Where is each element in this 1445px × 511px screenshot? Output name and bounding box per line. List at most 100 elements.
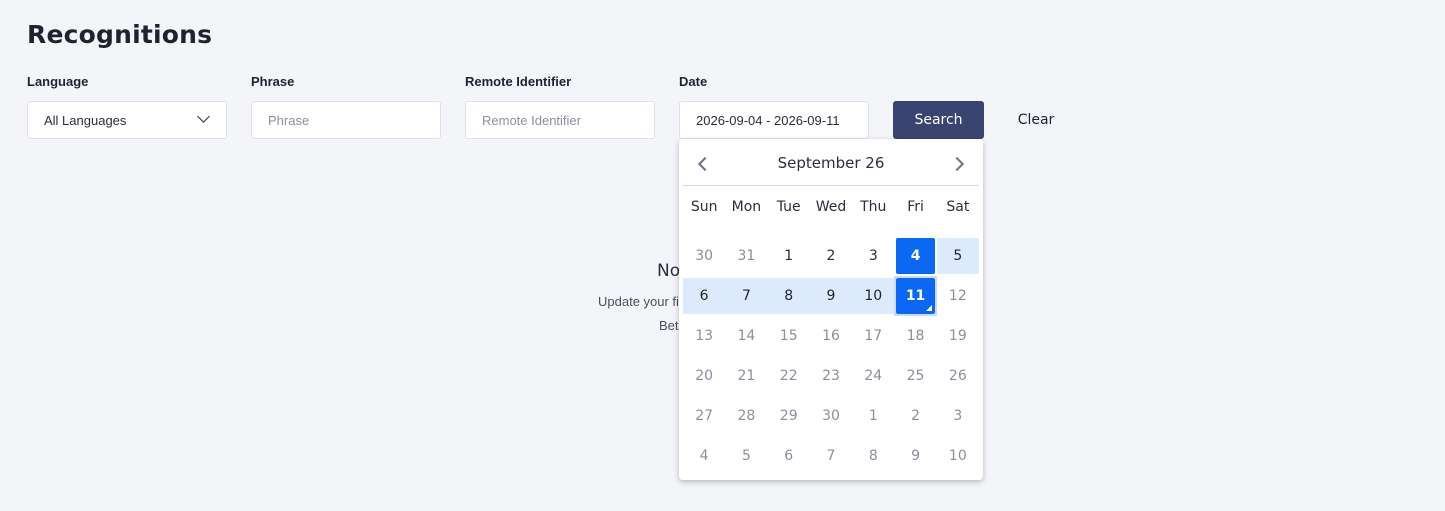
calendar-day[interactable]: 5 bbox=[725, 436, 767, 476]
empty-state-title: No bbox=[657, 261, 681, 281]
calendar-day[interactable]: 1 bbox=[768, 236, 810, 276]
calendar-day[interactable]: 6 bbox=[768, 436, 810, 476]
calendar-day-number: 10 bbox=[948, 448, 967, 464]
page-title: Recognitions bbox=[27, 20, 213, 49]
calendar-day[interactable]: 12 bbox=[937, 276, 979, 316]
calendar-day-number: 9 bbox=[911, 448, 921, 464]
calendar-day[interactable]: 3 bbox=[852, 236, 894, 276]
calendar-day-number: 10 bbox=[864, 288, 883, 304]
calendar-day[interactable]: 27 bbox=[683, 396, 725, 436]
phrase-input[interactable]: Phrase bbox=[251, 101, 441, 139]
empty-state-line1: Update your fi bbox=[598, 294, 679, 309]
calendar-day[interactable]: 25 bbox=[894, 356, 936, 396]
calendar-day-number: 8 bbox=[868, 448, 878, 464]
calendar-day-number: 8 bbox=[784, 288, 794, 304]
calendar-day-number: 30 bbox=[695, 248, 714, 264]
language-select-value: All Languages bbox=[44, 112, 127, 128]
calendar-day-number: 3 bbox=[868, 248, 878, 264]
calendar-day-number: 23 bbox=[822, 368, 840, 384]
remote-identifier-input[interactable]: Remote Identifier bbox=[465, 101, 655, 139]
calendar-day[interactable]: 28 bbox=[725, 396, 767, 436]
calendar-day[interactable]: 16 bbox=[810, 316, 852, 356]
calendar-day[interactable]: 30 bbox=[810, 396, 852, 436]
calendar-day[interactable]: 4 bbox=[894, 236, 936, 276]
calendar-day[interactable]: 20 bbox=[683, 356, 725, 396]
calendar-day-number: 13 bbox=[695, 328, 714, 344]
calendar-day-number: 5 bbox=[741, 448, 751, 464]
calendar-day-number: 16 bbox=[822, 328, 840, 344]
calendar-day[interactable]: 29 bbox=[768, 396, 810, 436]
calendar-day[interactable]: 7 bbox=[725, 276, 768, 316]
calendar-day-number: 6 bbox=[699, 288, 709, 304]
remote-identifier-placeholder: Remote Identifier bbox=[482, 112, 581, 128]
weekday-sun: Sun bbox=[690, 199, 718, 215]
weekday-thu: Thu bbox=[860, 199, 887, 215]
calendar-day-number: 21 bbox=[737, 368, 756, 384]
calendar-day-number: 18 bbox=[906, 328, 925, 344]
date-picker-calendar: September 26 Sun Mon Tue Wed Thu Fri Sat 30 31 1… bbox=[679, 139, 983, 480]
calendar-day[interactable]: 13 bbox=[683, 316, 725, 356]
calendar-day[interactable]: 8 bbox=[767, 276, 811, 316]
calendar-day[interactable]: 26 bbox=[937, 356, 979, 396]
calendar-day-number: 24 bbox=[864, 368, 883, 384]
calendar-day[interactable]: 30 bbox=[683, 236, 725, 276]
remote-identifier-label: Remote Identifier bbox=[465, 74, 572, 89]
chevron-right-icon bbox=[949, 156, 965, 172]
calendar-day[interactable]: 8 bbox=[852, 436, 894, 476]
calendar-day[interactable]: 21 bbox=[725, 356, 767, 396]
calendar-header: September 26 bbox=[679, 139, 983, 185]
calendar-day[interactable]: 23 bbox=[810, 356, 852, 396]
calendar-day[interactable]: 6 bbox=[683, 276, 726, 316]
calendar-day[interactable]: 15 bbox=[768, 316, 810, 356]
weekday-tue: Tue bbox=[776, 199, 801, 215]
next-month-button[interactable] bbox=[946, 153, 968, 175]
calendar-day[interactable]: 3 bbox=[937, 396, 979, 436]
calendar-weekdays: Sun Mon Tue Wed Thu Fri Sat bbox=[683, 199, 979, 215]
weekday-mon: Mon bbox=[731, 199, 762, 215]
calendar-day-number: 27 bbox=[695, 408, 714, 424]
calendar-day[interactable]: 10 bbox=[937, 436, 979, 476]
clear-button[interactable]: Clear bbox=[1001, 101, 1071, 139]
calendar-day-number: 17 bbox=[864, 328, 883, 344]
calendar-day[interactable]: 2 bbox=[894, 396, 936, 436]
calendar-day-number: 29 bbox=[779, 408, 798, 424]
calendar-day-number: 9 bbox=[826, 288, 836, 304]
calendar-day-number: 15 bbox=[779, 328, 798, 344]
weekday-sat: Sat bbox=[946, 199, 970, 215]
calendar-day-number: 19 bbox=[948, 328, 967, 344]
calendar-day[interactable]: 9 bbox=[809, 276, 853, 316]
weekday-fri: Fri bbox=[907, 199, 924, 215]
calendar-day[interactable]: 18 bbox=[894, 316, 936, 356]
phrase-label: Phrase bbox=[251, 74, 295, 89]
calendar-day[interactable]: 10 bbox=[852, 276, 895, 316]
calendar-day[interactable]: 11 bbox=[894, 276, 936, 316]
calendar-day[interactable]: 4 bbox=[683, 436, 725, 476]
calendar-day[interactable]: 19 bbox=[937, 316, 979, 356]
calendar-day-number: 11 bbox=[905, 288, 926, 304]
calendar-day-number: 6 bbox=[784, 448, 794, 464]
date-range-input[interactable]: 2026-09-04 - 2026-09-11 bbox=[679, 101, 869, 139]
calendar-day-number: 22 bbox=[779, 368, 798, 384]
calendar-day[interactable]: 17 bbox=[852, 316, 894, 356]
calendar-day[interactable]: 5 bbox=[936, 236, 980, 276]
calendar-day[interactable]: 2 bbox=[810, 236, 852, 276]
calendar-day-number: 28 bbox=[737, 408, 756, 424]
calendar-day[interactable]: 31 bbox=[725, 236, 767, 276]
phrase-placeholder: Phrase bbox=[268, 112, 310, 128]
calendar-day[interactable]: 7 bbox=[810, 436, 852, 476]
calendar-day[interactable]: 9 bbox=[894, 436, 936, 476]
search-button[interactable]: Search bbox=[893, 101, 984, 139]
calendar-day-number: 2 bbox=[826, 248, 836, 264]
language-select[interactable]: All Languages bbox=[27, 101, 227, 139]
calendar-divider bbox=[683, 185, 979, 186]
calendar-day-number: 14 bbox=[737, 328, 756, 344]
empty-state-line2: Bet bbox=[659, 318, 679, 333]
calendar-day[interactable]: 14 bbox=[725, 316, 767, 356]
calendar-day-number: 1 bbox=[868, 408, 878, 424]
calendar-day-number: 26 bbox=[948, 368, 967, 384]
calendar-day[interactable]: 22 bbox=[768, 356, 810, 396]
calendar-day[interactable]: 1 bbox=[852, 396, 894, 436]
weekday-wed: Wed bbox=[815, 199, 847, 215]
calendar-day-number: 5 bbox=[953, 248, 963, 264]
calendar-day[interactable]: 24 bbox=[852, 356, 894, 396]
